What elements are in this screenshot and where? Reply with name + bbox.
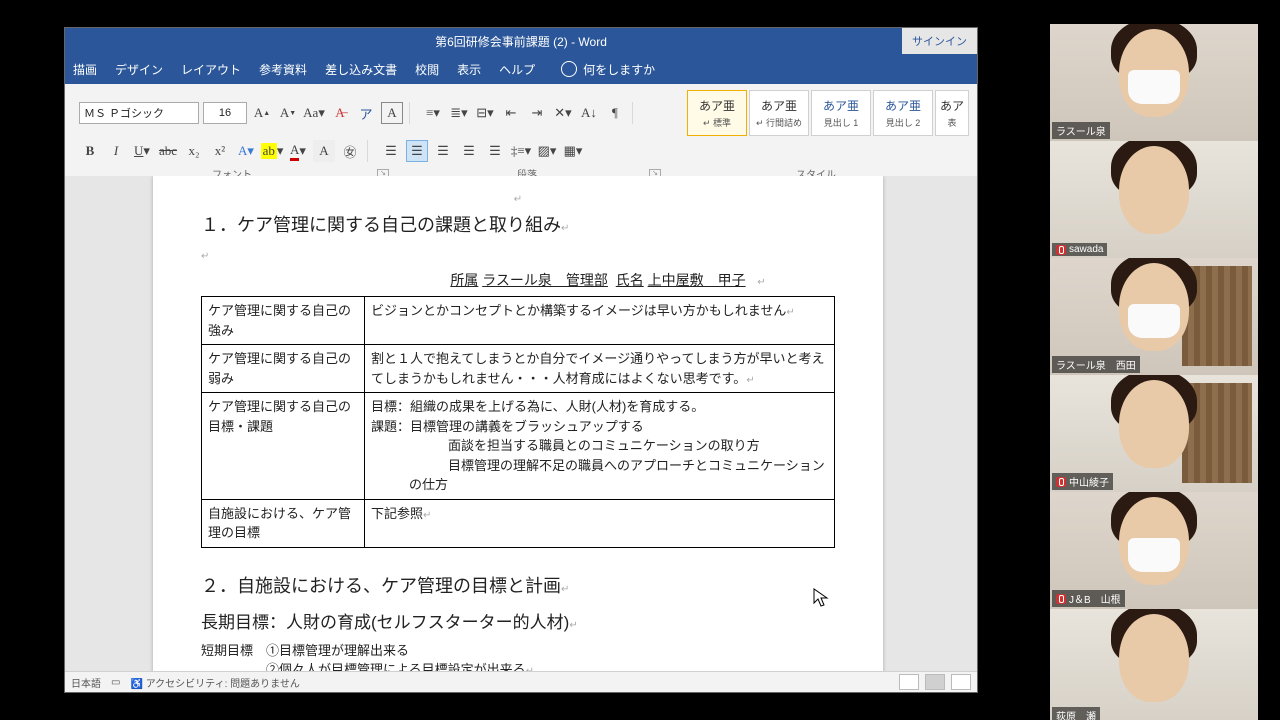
participant-name: ラスール泉 [1052, 122, 1110, 139]
participant-tile[interactable]: ラスール泉 [1050, 24, 1258, 141]
tab-references[interactable]: 参考資料 [259, 61, 307, 78]
tellme-input[interactable]: 何をしますか [583, 61, 655, 78]
multilevel-button[interactable]: ⊟▾ [474, 102, 496, 124]
view-print-button[interactable] [925, 674, 945, 690]
participant-name: 中山綾子 [1052, 473, 1113, 490]
char-shading-button[interactable]: A [313, 140, 335, 162]
author-line: 所属 ラスール泉 管理部 氏名 上中屋敷 甲子 ↵ [201, 270, 835, 290]
decrease-indent-button[interactable]: ⇤ [500, 102, 522, 124]
bullets-button[interactable]: ≡▾ [422, 102, 444, 124]
bold-button[interactable]: B [79, 140, 101, 162]
line-spacing-button[interactable]: ‡≡▾ [510, 140, 532, 162]
shading-button[interactable]: ▨▾ [536, 140, 558, 162]
change-case-button[interactable]: Aa▾ [303, 102, 325, 124]
font-family-select[interactable]: ＭＳ Ｐゴシック [79, 102, 199, 124]
increase-indent-button[interactable]: ⇥ [526, 102, 548, 124]
style-normal[interactable]: あア亜↵ 標準 [687, 90, 747, 136]
char-border-button[interactable]: A [381, 102, 403, 124]
strike-button[interactable]: abc [157, 140, 179, 162]
table-row: ケア管理に関する自己の目標・課題目標：組織の成果を上げる為に、人財(人材)を育成… [202, 393, 835, 500]
section1-heading: １．ケア管理に関する自己の課題と取り組み↵ [201, 211, 835, 237]
align-left-button[interactable]: ☰ [380, 140, 402, 162]
style-table[interactable]: あア表 [935, 90, 969, 136]
sort-button[interactable]: A↓ [578, 102, 600, 124]
doc-title: 第6回研修会事前課題 (2) - Word [435, 33, 607, 50]
tab-view[interactable]: 表示 [457, 61, 481, 78]
table-row: ケア管理に関する自己の弱み割と１人で抱えてしまうとか自分でイメージ通りやってしま… [202, 345, 835, 393]
font-size-select[interactable]: 16 [203, 102, 247, 124]
ribbon: ＭＳ Ｐゴシック 16 A▲ A▼ Aa▾ A̶ ア A ≡▾ ≣▾ ⊟▾ ⇤ … [65, 84, 977, 184]
style-heading1[interactable]: あア亜見出し 1 [811, 90, 871, 136]
signin-button[interactable]: サインイン [902, 28, 977, 54]
participant-name: sawada [1052, 243, 1107, 256]
status-book-icon[interactable]: ▭ [111, 677, 120, 688]
tab-review[interactable]: 校閲 [415, 61, 439, 78]
shrink-font-button[interactable]: A▼ [277, 102, 299, 124]
view-web-button[interactable] [951, 674, 971, 690]
word-titlebar: 第6回研修会事前課題 (2) - Word サインイン [65, 28, 977, 54]
justify-button[interactable]: ☰ [458, 140, 480, 162]
status-language[interactable]: 日本語 [71, 675, 101, 690]
align-right-button[interactable]: ☰ [432, 140, 454, 162]
borders-button[interactable]: ▦▾ [562, 140, 584, 162]
document-area[interactable]: ↵ １．ケア管理に関する自己の課題と取り組み↵ ↵ 所属 ラスール泉 管理部 氏… [65, 176, 977, 672]
italic-button[interactable]: I [105, 140, 127, 162]
underline-button[interactable]: U▾ [131, 140, 153, 162]
tab-help[interactable]: ヘルプ [499, 61, 535, 78]
ribbon-tabs: 描画 デザイン レイアウト 参考資料 差し込み文書 校閲 表示 ヘルプ 何をしま… [65, 54, 977, 84]
tab-design[interactable]: デザイン [115, 61, 163, 78]
zoom-gallery: ラスール泉 sawada ラスール泉 西田中山綾子 J＆B 山根荻原 瀬 [1050, 24, 1258, 720]
show-marks-button[interactable]: ¶ [604, 102, 626, 124]
enclose-char-button[interactable]: ㊛ [339, 140, 361, 162]
self-analysis-table: ケア管理に関する自己の強みビジョンとかコンセプトとか構築するイメージは早い方かも… [201, 296, 835, 548]
participant-tile[interactable]: J＆B 山根 [1050, 492, 1258, 609]
word-window: 第6回研修会事前課題 (2) - Word サインイン 描画 デザイン レイアウ… [65, 28, 977, 692]
participant-tile[interactable]: sawada [1050, 141, 1258, 258]
highlight-button[interactable]: ab▾ [261, 140, 283, 162]
participant-tile[interactable]: 中山綾子 [1050, 375, 1258, 492]
participant-name: ラスール泉 西田 [1052, 356, 1140, 373]
long-term-goal: 長期目標：人財の育成(セルフスターター的人材)↵ [201, 608, 835, 633]
participant-tile[interactable]: 荻原 瀬 [1050, 609, 1258, 720]
style-heading2[interactable]: あア亜見出し 2 [873, 90, 933, 136]
tab-mailings[interactable]: 差し込み文書 [325, 61, 397, 78]
status-bar: 日本語 ▭ ♿ アクセシビリティ: 問題ありません [65, 671, 977, 692]
page: ↵ １．ケア管理に関する自己の課題と取り組み↵ ↵ 所属 ラスール泉 管理部 氏… [153, 176, 883, 672]
muted-icon [1056, 245, 1066, 255]
phonetic-guide-button[interactable]: ア [355, 102, 377, 124]
participant-name: 荻原 瀬 [1052, 707, 1100, 720]
short-term-goals: 短期目標 ①目標管理が理解出来る 短期目標 ②個々人が目標管理による目標設定が出… [201, 641, 835, 673]
participant-tile[interactable]: ラスール泉 西田 [1050, 258, 1258, 375]
text-effects-button[interactable]: A▾ [235, 140, 257, 162]
font-color-button[interactable]: A▾ [287, 140, 309, 162]
style-nospacing[interactable]: あア亜↵ 行間詰め [749, 90, 809, 136]
tab-layout[interactable]: レイアウト [181, 61, 241, 78]
section2-heading: ２．自施設における、ケア管理の目標と計画↵ [201, 572, 835, 598]
table-row: 自施設における、ケア管理の目標下記参照↵ [202, 499, 835, 547]
style-gallery[interactable]: あア亜↵ 標準 あア亜↵ 行間詰め あア亜見出し 1 あア亜見出し 2 あア表 [687, 90, 969, 136]
table-row: ケア管理に関する自己の強みビジョンとかコンセプトとか構築するイメージは早い方かも… [202, 297, 835, 345]
status-accessibility[interactable]: ♿ アクセシビリティ: 問題ありません [130, 675, 299, 690]
tellme-icon [561, 61, 577, 77]
grow-font-button[interactable]: A▲ [251, 102, 273, 124]
muted-icon [1056, 594, 1066, 604]
distributed-button[interactable]: ☰ [484, 140, 506, 162]
muted-icon [1056, 477, 1066, 487]
clear-format-button[interactable]: A̶ [329, 102, 351, 124]
numbering-button[interactable]: ≣▾ [448, 102, 470, 124]
tab-draw[interactable]: 描画 [73, 61, 97, 78]
view-read-button[interactable] [899, 674, 919, 690]
align-center-button[interactable]: ☰ [406, 140, 428, 162]
participant-name: J＆B 山根 [1052, 590, 1125, 607]
superscript-button[interactable]: x² [209, 140, 231, 162]
subscript-button[interactable]: x₂ [183, 140, 205, 162]
asian-layout-button[interactable]: ✕▾ [552, 102, 574, 124]
